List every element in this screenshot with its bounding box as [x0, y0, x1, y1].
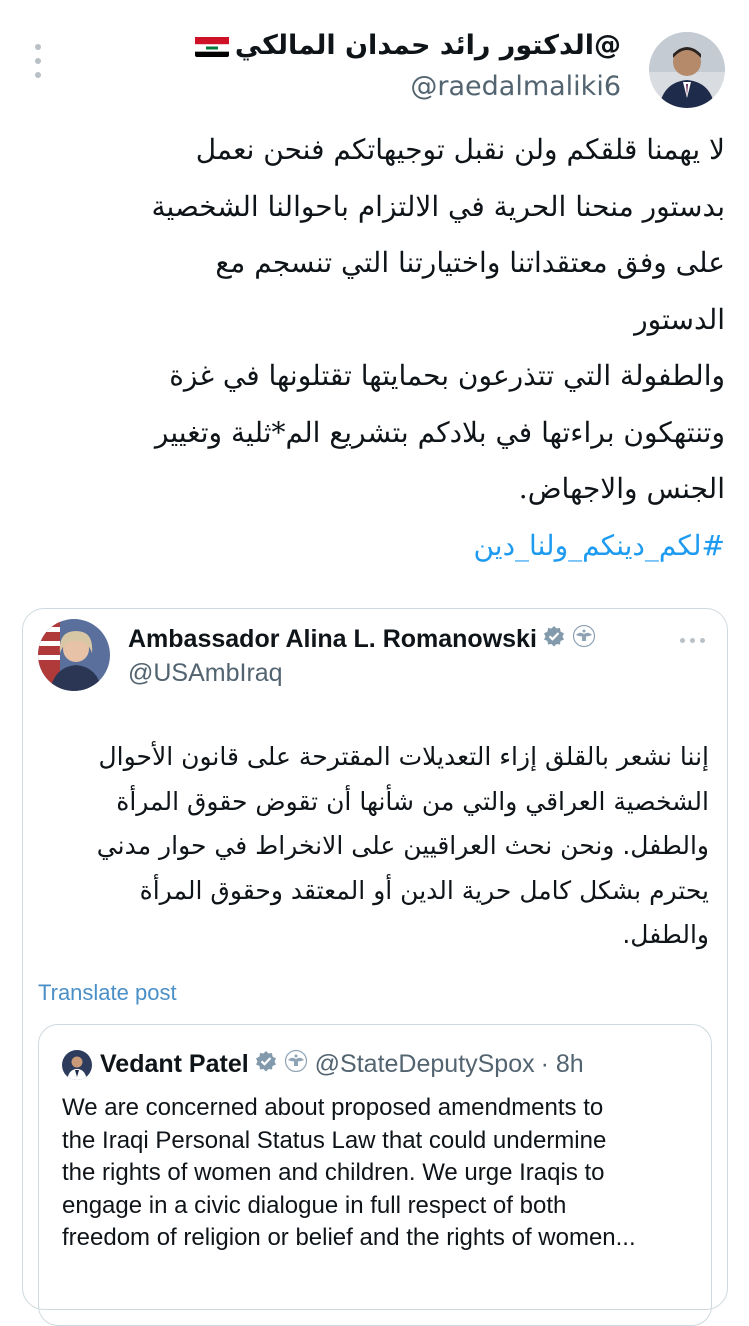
quoted-line: يحترم بشكل كامل حرية الدين أو المعتقد وح… — [139, 875, 709, 905]
post-line: الجنس والاجهاض. — [518, 472, 725, 505]
post-line: لا يهمنا قلقكم ولن نقبل توجيهاتكم فنحن ن… — [195, 133, 725, 166]
us-government-seal-icon — [283, 1049, 309, 1080]
nested-line: We are concerned about proposed amendmen… — [62, 1094, 604, 1121]
author-avatar[interactable] — [649, 32, 725, 108]
quoted-line: الشخصية العراقي والتي من شأنها أن تقوض ح… — [116, 786, 709, 816]
post-line: والطفولة التي تتذرعون بحمايتها تقتلونها … — [169, 359, 725, 392]
nested-post-header: Vedant Patel @StateDeputySpox · 8h — [100, 1049, 584, 1080]
translate-post-link[interactable]: Translate post — [38, 980, 177, 1006]
nested-line: engage in a civic dialogue in full respe… — [62, 1191, 567, 1219]
us-government-seal-icon — [571, 624, 597, 655]
nested-line: the rights of women and children. We urg… — [62, 1159, 605, 1186]
nested-author-name[interactable]: Vedant Patel — [100, 1050, 249, 1079]
iraq-flag-icon — [194, 35, 229, 57]
quoted-line: إننا نشعر بالقلق إزاء التعديلات المقترحة… — [98, 742, 709, 771]
nested-line: freedom of religion or belief and the ri… — [62, 1224, 636, 1251]
post-body: لا يهمنا قلقكم ولن نقبل توجيهاتكم فنحن ن… — [20, 122, 725, 574]
quoted-line: والطفل. ونحن نحث العراقيين على الانخراط … — [96, 831, 709, 860]
verified-gray-badge-icon — [543, 625, 565, 654]
quoted-author-name[interactable]: Ambassador Alina L. Romanowski — [128, 624, 597, 655]
nested-line: the Iraqi Personal Status Law that could… — [62, 1126, 607, 1154]
nested-post-time[interactable]: · 8h — [541, 1050, 584, 1079]
quoted-line: والطفل. — [622, 920, 709, 949]
post-line: وتنتهكون براءتها في بلادكم بتشريع الم*ثل… — [154, 415, 725, 449]
hashtag-link[interactable]: #لكم_دينكم_ولنا_دين — [20, 518, 725, 575]
quoted-more-options-icon[interactable] — [680, 638, 705, 643]
nested-post-body: We are concerned about proposed amendmen… — [62, 1092, 702, 1255]
post-line: الدستور — [634, 302, 725, 336]
author-handle[interactable]: @raedalmaliki6 — [410, 71, 621, 102]
post-line: على وفق معتقداتنا واختيارتنا التي تنسجم … — [215, 246, 725, 279]
quoted-author-handle[interactable]: @USAmbIraq — [128, 659, 283, 688]
quoted-post-body: إننا نشعر بالقلق إزاء التعديلات المقترحة… — [39, 735, 709, 958]
more-options-icon[interactable] — [30, 44, 46, 78]
verified-gray-badge-icon — [255, 1050, 277, 1079]
nested-author-avatar[interactable] — [62, 1050, 92, 1080]
nested-author-handle[interactable]: @StateDeputySpox — [315, 1050, 535, 1079]
post-line: بدستور منحنا الحرية في الالتزام باحوالنا… — [151, 189, 725, 223]
author-name[interactable]: @الدكتور رائد حمدان المالكي — [194, 30, 621, 61]
quoted-author-avatar[interactable] — [38, 619, 110, 691]
